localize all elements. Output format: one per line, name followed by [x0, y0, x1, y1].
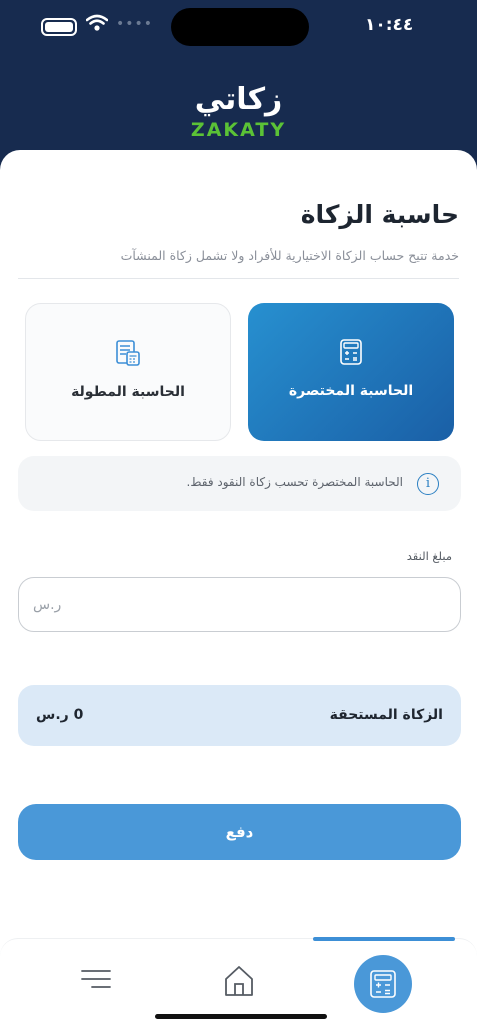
divider [18, 278, 459, 279]
info-icon: i [417, 473, 439, 495]
active-tab-indicator [313, 937, 455, 941]
zakat-due-box: الزكاة المستحقة 0 ر.س [18, 685, 461, 746]
short-calculator-option[interactable]: الحاسبة المختصرة [248, 303, 454, 441]
info-text: الحاسبة المختصرة تحسب زكاة النقود فقط. [186, 475, 403, 489]
cash-amount-label: مبلغ النقد [406, 549, 452, 563]
calculator-tab-button[interactable] [354, 955, 412, 1013]
calculator-icon [340, 339, 362, 365]
long-calculator-label: الحاسبة المطولة [71, 384, 185, 400]
app-logo-english: ZAKATY [190, 119, 287, 141]
short-calculator-label: الحاسبة المختصرة [288, 383, 414, 399]
dynamic-island [171, 8, 309, 46]
zakat-due-label: الزكاة المستحقة [329, 707, 443, 723]
signal-icon: •••• [116, 16, 154, 32]
menu-icon[interactable] [80, 968, 112, 990]
calculator-icon [370, 970, 396, 998]
battery-icon [41, 18, 77, 36]
long-calculator-option[interactable]: الحاسبة المطولة [25, 303, 231, 441]
home-icon[interactable] [223, 964, 255, 998]
zakat-due-value: 0 ر.س [36, 707, 84, 723]
status-time: ١٠:٤٤ [365, 15, 414, 35]
document-calculator-icon [116, 340, 140, 366]
app-logo-arabic: زكاتي [194, 82, 283, 117]
cash-amount-input[interactable] [18, 577, 461, 632]
info-box: i الحاسبة المختصرة تحسب زكاة النقود فقط. [18, 456, 461, 511]
pay-button[interactable]: دفع [18, 804, 461, 860]
home-indicator [155, 1014, 327, 1019]
wifi-icon [86, 14, 108, 31]
page-subtitle: خدمة تتيح حساب الزكاة الاختيارية للأفراد… [120, 248, 459, 263]
page-title: حاسبة الزكاة [300, 200, 459, 229]
